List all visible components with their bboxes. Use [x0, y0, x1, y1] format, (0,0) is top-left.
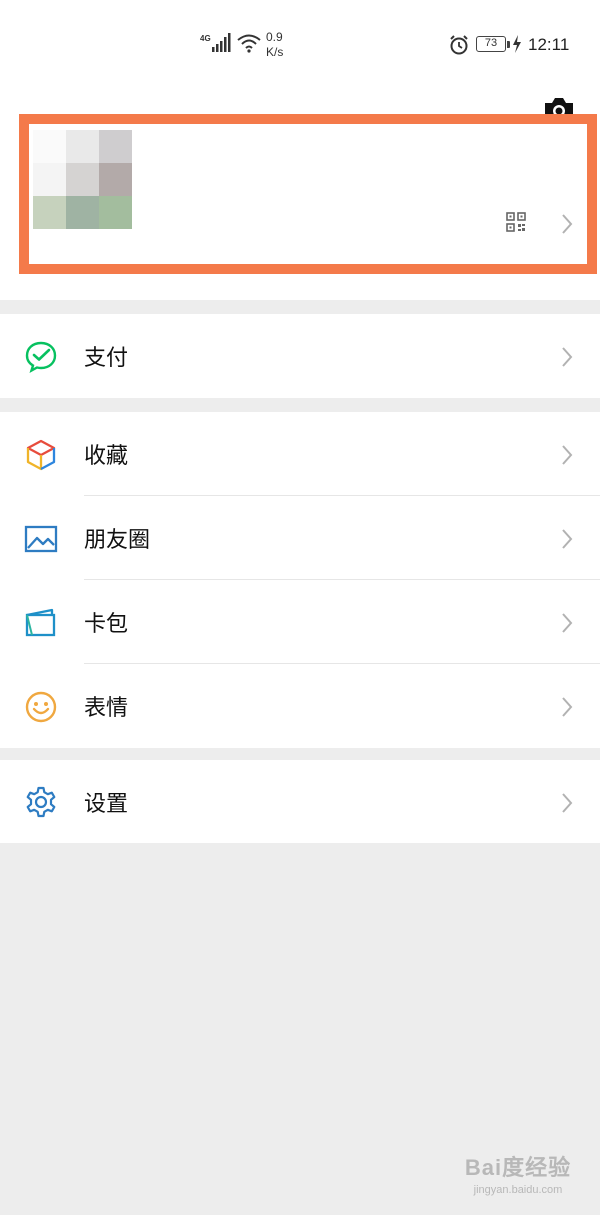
- card-wallet-icon: [25, 608, 56, 637]
- chevron-right-icon: [562, 793, 573, 813]
- menu-item-favorites[interactable]: 收藏: [0, 412, 600, 496]
- menu-item-cards[interactable]: 卡包: [0, 580, 600, 664]
- chevron-right-icon: [562, 529, 573, 549]
- svg-text:4G: 4G: [200, 34, 211, 43]
- wechat-pay-icon: [25, 341, 57, 373]
- menu-item-stickers-label: 表情: [84, 696, 129, 721]
- network-speed: 0.9 K/s: [266, 30, 283, 60]
- baidu-jingyan-watermark: Bai度经验 jingyan.baidu.com: [458, 1150, 578, 1196]
- status-bar: 4G 0.9 K/s 73 12:11: [0, 0, 600, 90]
- menu-item-stickers[interactable]: 表情: [0, 664, 600, 748]
- menu-item-pay[interactable]: 支付: [0, 314, 600, 398]
- pay-section: 支付: [0, 314, 600, 398]
- chevron-right-icon: [562, 347, 573, 367]
- status-time: 12:11: [528, 35, 570, 54]
- qr-code-icon[interactable]: [506, 212, 526, 232]
- cellular-signal-icon: 4G: [200, 33, 231, 52]
- menu-item-pay-label: 支付: [84, 346, 129, 371]
- menu-item-moments-label: 朋友圈: [84, 528, 151, 553]
- chevron-right-icon: [562, 697, 573, 717]
- battery-tip: [507, 41, 510, 48]
- menu-item-favorites-label: 收藏: [84, 444, 129, 469]
- menu-item-settings[interactable]: 设置: [0, 760, 600, 844]
- wifi-icon: [237, 34, 261, 53]
- alarm-clock-icon: [450, 35, 468, 55]
- moments-photo-icon: [24, 525, 58, 553]
- network-speed-value: 0.9: [266, 30, 283, 44]
- menu-item-moments[interactable]: 朋友圈: [0, 496, 600, 580]
- sticker-smiley-icon: [25, 691, 57, 723]
- chevron-right-icon[interactable]: [560, 213, 574, 235]
- chevron-right-icon: [562, 445, 573, 465]
- chevron-right-icon: [562, 613, 573, 633]
- watermark-sub: jingyan.baidu.com: [473, 1184, 563, 1196]
- watermark-main: Bai度经验: [464, 1155, 572, 1180]
- battery-indicator: 73: [476, 36, 506, 52]
- network-speed-unit: K/s: [266, 45, 284, 59]
- favorites-cube-icon: [26, 439, 56, 471]
- settings-section: 设置: [0, 760, 600, 844]
- settings-gear-icon: [26, 786, 56, 818]
- charging-bolt-icon: [513, 35, 521, 53]
- menu-item-cards-label: 卡包: [84, 612, 129, 637]
- services-section: 收藏 朋友圈 卡包 表情: [0, 412, 600, 748]
- menu-item-settings-label: 设置: [84, 792, 129, 817]
- avatar[interactable]: [33, 130, 133, 230]
